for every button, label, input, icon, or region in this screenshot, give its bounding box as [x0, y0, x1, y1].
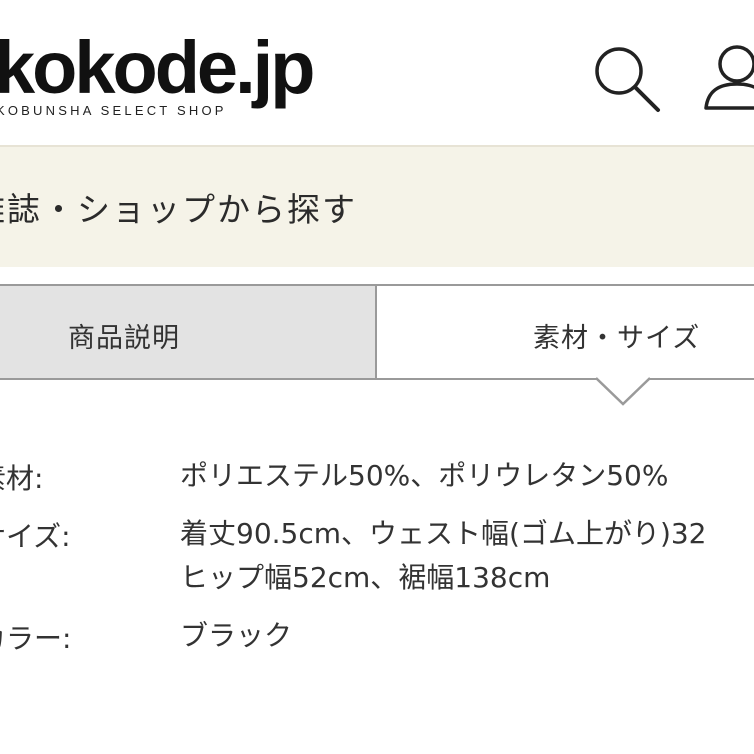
- user-icon: [704, 45, 754, 110]
- active-tab-pointer: [596, 377, 650, 406]
- spec-label: 素材:: [0, 462, 44, 495]
- spec-value: ブラック: [180, 619, 293, 652]
- spec-value: ヒップ幅52cm、裾幅138cm: [180, 561, 551, 594]
- site-header: kokode.jp KOBUNSHA SELECT SHOP: [0, 0, 754, 145]
- account-button[interactable]: [700, 40, 754, 116]
- spec-label: サイズ:: [0, 520, 71, 553]
- banner-label: 雑誌・ショップから探す: [0, 190, 357, 229]
- site-logo[interactable]: kokode.jp: [0, 28, 315, 108]
- spec-value: ポリエステル50%、ポリウレタン50%: [180, 459, 669, 492]
- tab-underline: [377, 378, 754, 380]
- category-banner[interactable]: 雑誌・ショップから探す: [0, 147, 754, 267]
- tab-description-label: 商品説明: [68, 323, 180, 354]
- spec-value: 着丈90.5cm、ウェスト幅(ゴム上がり)32: [180, 517, 707, 550]
- spec-label: カラー:: [0, 622, 72, 655]
- tab-description[interactable]: 商品説明: [0, 286, 375, 380]
- search-icon: [595, 47, 660, 112]
- tab-material-size[interactable]: 素材・サイズ: [375, 286, 754, 380]
- logo-tagline: KOBUNSHA SELECT SHOP: [0, 103, 227, 118]
- tab-material-size-label: 素材・サイズ: [533, 323, 701, 354]
- search-button[interactable]: [590, 42, 664, 116]
